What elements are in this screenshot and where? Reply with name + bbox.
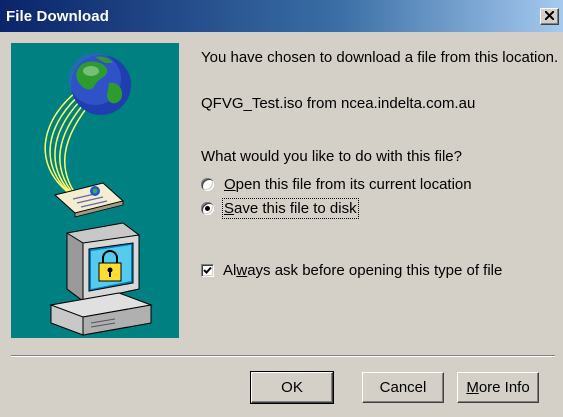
ok-button[interactable]: OK — [250, 371, 334, 404]
button-separator — [11, 355, 555, 357]
globe-icon — [69, 53, 131, 115]
always-ask-option[interactable]: Always ask before opening this type of f… — [201, 262, 502, 279]
save-file-label[interactable]: Save this file to disk — [222, 198, 359, 219]
window-title: File Download — [6, 8, 109, 25]
open-file-label[interactable]: Open this file from its current location — [224, 176, 472, 193]
always-ask-checkbox[interactable] — [201, 264, 214, 277]
more-info-button[interactable]: More Info — [457, 372, 539, 403]
open-file-option[interactable]: Open this file from its current location — [201, 176, 472, 193]
checkmark-icon — [203, 266, 212, 274]
close-button[interactable] — [540, 8, 559, 25]
download-location-message: You have chosen to download a file from … — [201, 49, 559, 66]
file-source-text: QFVG_Test.iso from ncea.indelta.com.au — [201, 95, 476, 112]
open-file-radio[interactable] — [201, 178, 214, 191]
close-icon — [545, 11, 554, 20]
always-ask-label[interactable]: Always ask before opening this type of f… — [223, 262, 502, 279]
save-file-radio[interactable] — [201, 202, 214, 215]
file-download-dialog: File Download You have chosen to downloa… — [0, 0, 563, 417]
title-bar[interactable]: File Download — [0, 0, 563, 32]
cancel-button[interactable]: Cancel — [362, 372, 444, 403]
save-file-option[interactable]: Save this file to disk — [201, 198, 359, 219]
download-illustration — [11, 43, 179, 338]
action-question: What would you like to do with this file… — [201, 148, 462, 165]
